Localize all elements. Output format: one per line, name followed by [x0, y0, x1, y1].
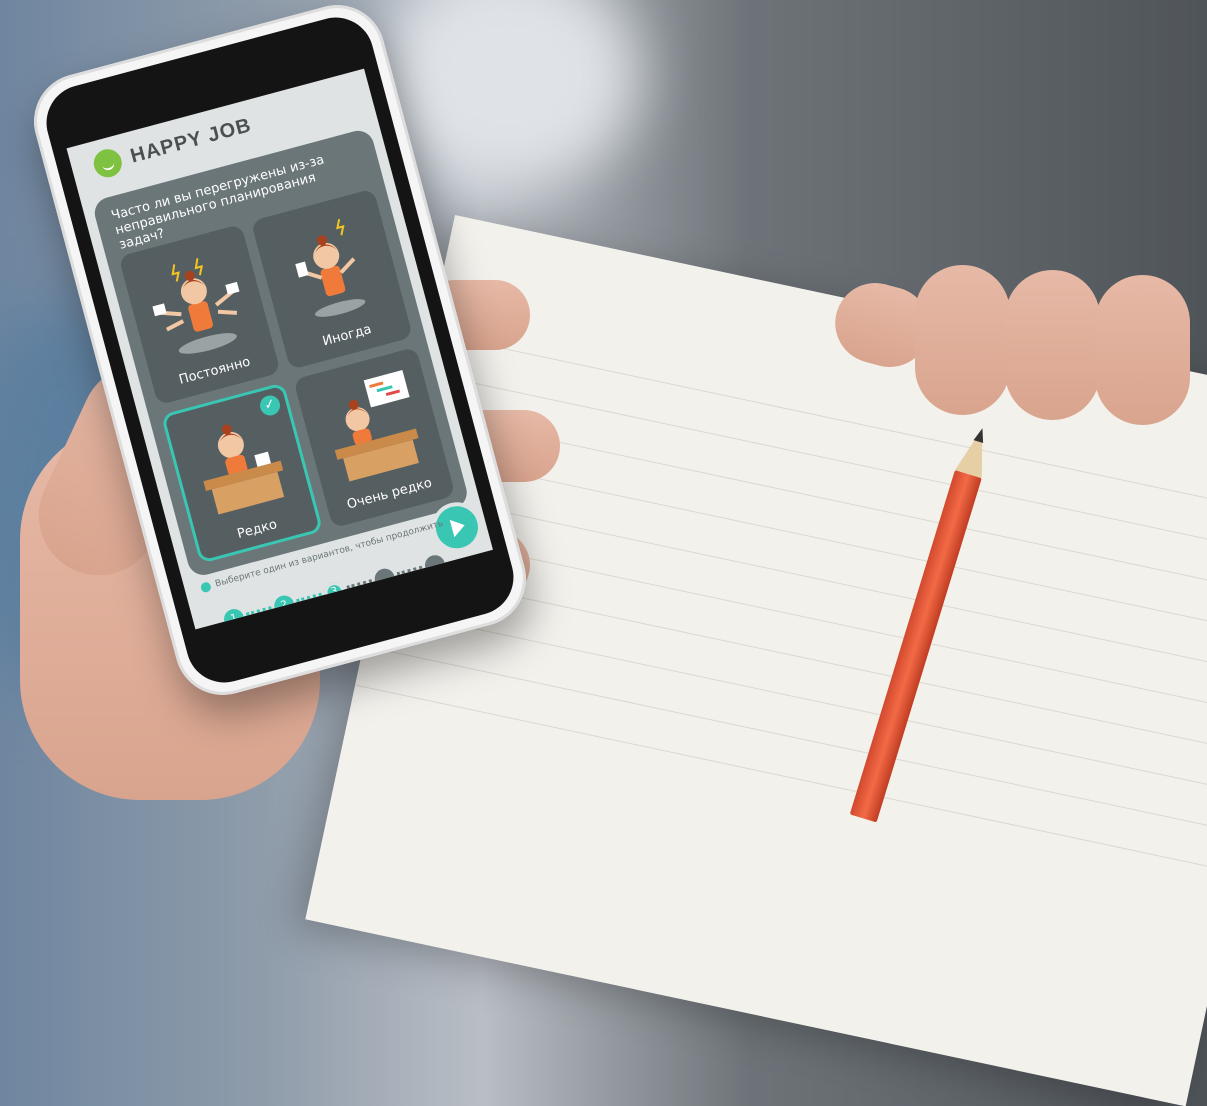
- question-panel: Часто ли вы перегружены из-за неправильн…: [91, 127, 488, 579]
- option-card-sometimes[interactable]: Иногда: [250, 188, 414, 370]
- person-at-desk-illustration: [202, 424, 284, 515]
- step-connector: [396, 565, 424, 579]
- step-connector: [296, 592, 323, 606]
- person-with-chart-illustration: [334, 370, 419, 482]
- busy-person-illustration: [294, 219, 365, 318]
- right-hand: [826, 265, 1205, 435]
- step-5: [422, 552, 448, 578]
- step-connector: [245, 606, 273, 619]
- options-grid: Постоянно Иногда ✓ Редко Очень редко: [118, 188, 456, 564]
- brand-name: HAPPY JOB: [127, 113, 254, 168]
- finger: [915, 265, 1010, 415]
- background-blur-light: [380, 0, 640, 190]
- smile-logo-icon: [90, 146, 125, 181]
- finger: [1005, 270, 1100, 420]
- finger: [1095, 275, 1190, 425]
- info-dot-icon: [199, 581, 213, 594]
- option-card-very-rarely[interactable]: Очень редко: [293, 346, 456, 529]
- option-card-constantly[interactable]: Постоянно: [118, 223, 281, 406]
- option-card-rarely[interactable]: ✓ Редко: [160, 382, 324, 564]
- step-connector: [346, 579, 373, 592]
- step-1[interactable]: 1: [221, 606, 247, 630]
- overloaded-person-illustration: [151, 258, 239, 354]
- step-4: [372, 566, 398, 591]
- step-3[interactable]: 3: [322, 579, 347, 605]
- step-2[interactable]: 2: [272, 593, 297, 618]
- progress-stepper: 1 2 3: [221, 552, 448, 630]
